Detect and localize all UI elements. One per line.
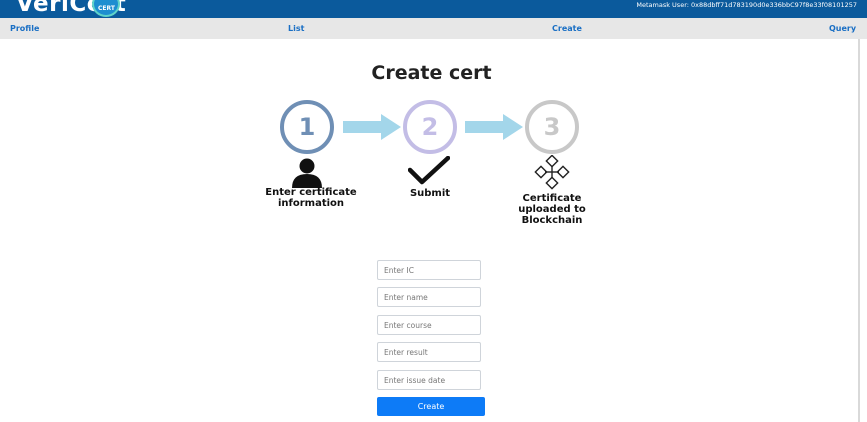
metamask-user-address: Metamask User: 0x88dbff71d783190d0e336bb…: [636, 1, 857, 9]
step-2-label: Submit: [395, 188, 465, 199]
nav-query-link[interactable]: Query: [829, 24, 856, 33]
step-3-label-line-3: Blockchain: [521, 215, 583, 226]
arrow-right-icon: [465, 114, 523, 140]
step-1-label-line-2: information: [277, 198, 345, 209]
ic-input[interactable]: [377, 260, 481, 280]
step-1-label: Enter certificate information: [262, 187, 360, 209]
nav-create-link[interactable]: Create: [552, 24, 582, 33]
course-input[interactable]: [377, 315, 481, 335]
step-3-label: Certificate uploaded to Blockchain: [512, 193, 592, 226]
arrow-right-icon: [343, 114, 401, 140]
name-input[interactable]: [377, 287, 481, 307]
create-button[interactable]: Create: [377, 397, 485, 416]
step-3-circle: 3: [525, 100, 579, 154]
checkmark-icon: [408, 156, 450, 185]
nav-profile-link[interactable]: Profile: [10, 24, 39, 33]
app-header: VeriCert CERT Metamask User: 0x88dbff71d…: [0, 0, 867, 18]
result-input[interactable]: [377, 342, 481, 362]
blockchain-cubes-icon: [534, 155, 570, 190]
step-1-number: 1: [298, 113, 316, 141]
nav-list-link[interactable]: List: [288, 24, 304, 33]
page-title: Create cert: [371, 62, 492, 84]
cert-badge-text: CERT: [98, 5, 115, 12]
step-3-label-line-1: Certificate: [522, 193, 582, 204]
step-1-label-line-1: Enter certificate: [265, 187, 357, 198]
person-icon: [292, 158, 322, 188]
nav-bar: Profile List Create Query: [0, 18, 867, 39]
step-2-number: 2: [421, 113, 439, 141]
step-1-circle: 1: [280, 100, 334, 154]
step-3-label-line-2: uploaded to: [518, 204, 586, 215]
issue-date-input[interactable]: [377, 370, 481, 390]
step-2-circle: 2: [403, 100, 457, 154]
step-2-label-line-1: Submit: [409, 188, 451, 199]
scrollbar-track[interactable]: [858, 39, 860, 422]
step-3-number: 3: [543, 113, 561, 141]
